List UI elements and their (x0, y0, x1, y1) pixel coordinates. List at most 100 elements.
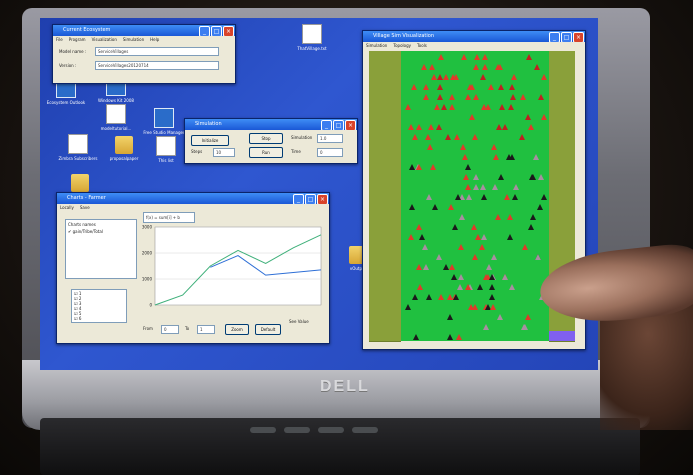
grid-field-cell[interactable] (401, 71, 549, 81)
series-checkbox[interactable]: ☑ 6 (74, 316, 124, 321)
close-button[interactable]: × (317, 194, 328, 204)
desktop-icon[interactable]: This list (144, 136, 188, 163)
desktop-icon-label: This list (158, 158, 174, 163)
zoom-button[interactable]: Zoom (225, 324, 249, 335)
grid-field-cell[interactable] (401, 111, 549, 121)
grid-field-cell[interactable] (401, 241, 549, 251)
initialize-button[interactable]: Initialize (191, 135, 229, 146)
maximize-button[interactable]: □ (561, 32, 572, 42)
media-key[interactable] (284, 427, 310, 433)
run-button[interactable]: Run (249, 147, 283, 158)
grid-field-cell[interactable] (401, 221, 549, 231)
model-name-field[interactable]: ServiceVillages (95, 46, 219, 56)
agent-marker (522, 324, 528, 330)
laptop-brand-logo: DELL (320, 378, 370, 395)
minimize-button[interactable]: _ (321, 120, 332, 130)
y-tick-label: 3000 (142, 225, 153, 230)
grid-border-cell (369, 331, 401, 342)
agent-marker (520, 94, 526, 100)
grid-field-cell[interactable] (401, 251, 549, 261)
desktop-icon[interactable]: modeltutorial... (94, 104, 138, 131)
grid-field-cell[interactable] (401, 51, 549, 61)
media-key[interactable] (250, 427, 276, 433)
time-field[interactable]: 0 (317, 148, 343, 157)
desktop-icon[interactable]: proposalpaper (102, 136, 146, 161)
menu-simulation[interactable]: Simulation (366, 42, 387, 49)
minimize-button[interactable]: _ (199, 26, 210, 36)
grid-field-cell[interactable] (401, 281, 549, 291)
grid-field-cell[interactable] (401, 311, 549, 321)
desktop-icon[interactable]: Free Studio Manager (142, 108, 186, 135)
menu-visualization[interactable]: Visualization (92, 36, 117, 43)
grid-field-cell[interactable] (401, 151, 549, 161)
agent-marker (416, 164, 422, 170)
steps-field[interactable]: 10 (213, 148, 235, 157)
minimize-button[interactable]: _ (549, 32, 560, 42)
menu-tools[interactable]: Tools (417, 42, 427, 49)
close-button[interactable]: × (223, 26, 234, 36)
agent-marker (473, 94, 479, 100)
default-button[interactable]: Default (255, 324, 281, 335)
simulation-window-title: Simulation (195, 121, 222, 127)
agent-marker (485, 104, 491, 110)
chart-list-item[interactable]: ✔ gain/Tribe/Total (66, 229, 136, 234)
grid-field-cell[interactable] (401, 161, 549, 171)
grid-field-cell[interactable] (401, 231, 549, 241)
grid-field-cell[interactable] (401, 171, 549, 181)
grid-field-cell[interactable] (401, 331, 549, 341)
grid-field-cell[interactable] (401, 211, 549, 221)
maximize-button[interactable]: □ (211, 26, 222, 36)
grid-field-cell[interactable] (401, 121, 549, 131)
series-checklist[interactable]: ☑ 1 ☑ 2 ☑ 3 ☑ 4 ☑ 5 ☑ 6 (71, 289, 127, 323)
menu-help[interactable]: Help (150, 36, 159, 43)
agent-marker (502, 124, 508, 130)
desktop-icon[interactable]: Zimbra Subscribers (56, 134, 100, 161)
grid-field-cell[interactable] (401, 101, 549, 111)
close-button[interactable]: × (573, 32, 584, 42)
grid-field-cell[interactable] (401, 321, 549, 331)
maximize-button[interactable]: □ (305, 194, 316, 204)
grid-field-cell[interactable] (401, 141, 549, 151)
stop-button[interactable]: Stop (249, 133, 283, 144)
agent-marker (474, 54, 480, 60)
agent-marker (504, 194, 510, 200)
grid-field-cell[interactable] (401, 81, 549, 91)
menu-program[interactable]: Program (69, 36, 86, 43)
agent-marker (422, 244, 428, 250)
agent-marker (497, 314, 503, 320)
grid-window-titlebar[interactable]: Village Sim Visualization _ □ × (363, 31, 585, 42)
grid-row (369, 171, 575, 182)
maximize-button[interactable]: □ (333, 120, 344, 130)
from-field[interactable]: 0 (161, 325, 179, 334)
grid-field-cell[interactable] (401, 181, 549, 191)
grid-field-cell[interactable] (401, 91, 549, 101)
grid-field-cell[interactable] (401, 261, 549, 271)
media-key[interactable] (318, 427, 344, 433)
version-field[interactable]: ServiceVillages20120714 (95, 60, 219, 70)
grid-field-cell[interactable] (401, 191, 549, 201)
grid-field-cell[interactable] (401, 61, 549, 71)
menu-save[interactable]: Save (80, 204, 90, 211)
charts-window-title: Charts - Farmer (67, 195, 106, 201)
desktop-icon[interactable]: ThatVillage.txt (290, 24, 334, 51)
charts-window-titlebar[interactable]: Charts - Farmer _ □ × (57, 193, 329, 204)
menu-locally[interactable]: Locally (60, 204, 74, 211)
minimize-button[interactable]: _ (293, 194, 304, 204)
grid-field-cell[interactable] (401, 131, 549, 141)
agent-marker (461, 54, 467, 60)
simulation-field[interactable]: 1.0 (317, 134, 343, 143)
grid-field-cell[interactable] (401, 291, 549, 301)
screen: Ecosystem Outlook Windows Kit 2008 modeltu… (40, 18, 598, 370)
to-field[interactable]: 1 (197, 325, 215, 334)
grid-field-cell[interactable] (401, 301, 549, 311)
close-button[interactable]: × (345, 120, 356, 130)
grid-field-cell[interactable] (401, 201, 549, 211)
model-window-titlebar[interactable]: Current Ecosystem _ □ × (53, 25, 235, 36)
media-key[interactable] (352, 427, 378, 433)
simulation-window-titlebar[interactable]: Simulation _ □ × (185, 119, 357, 130)
menu-file[interactable]: File (56, 36, 63, 43)
grid-field-cell[interactable] (401, 271, 549, 281)
menu-simulation[interactable]: Simulation (123, 36, 144, 43)
y-tick-label: 0 (149, 303, 152, 308)
menu-topology[interactable]: Topology (393, 42, 411, 49)
